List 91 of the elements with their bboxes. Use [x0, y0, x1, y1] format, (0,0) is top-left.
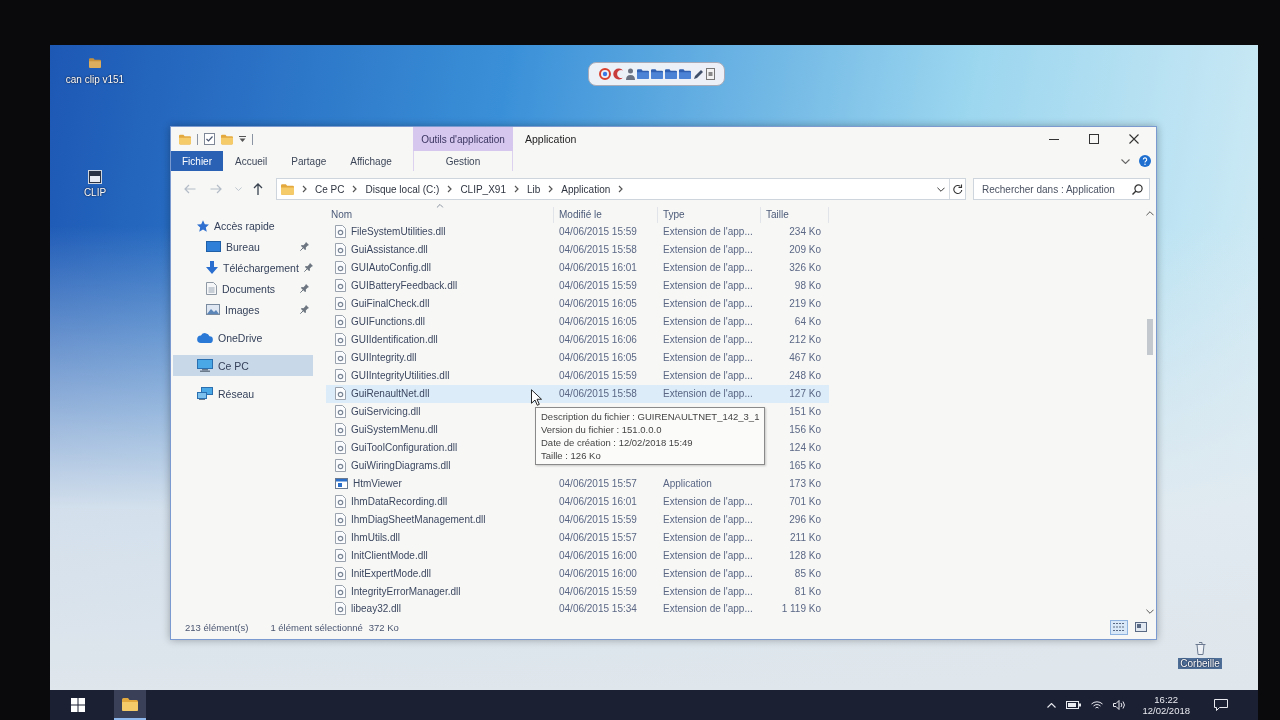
- file-name: FileSystemUtilities.dll: [351, 226, 446, 238]
- file-size: 1 119 Ko: [781, 603, 821, 615]
- file-size: 209 Ko: [789, 244, 821, 256]
- modified-date: 04/06/2015 16:06: [559, 334, 637, 346]
- file-size: 701 Ko: [789, 495, 821, 507]
- selection-info: 1 élément sélectionné: [270, 621, 363, 633]
- file-name: GuiWiringDiagrams.dll: [351, 459, 451, 471]
- file-name: IntegrityErrorManager.dll: [351, 585, 461, 597]
- file-type: Extension de l'app...: [663, 352, 753, 364]
- file-size: 98 Ko: [794, 280, 821, 292]
- file-size: 234 Ko: [789, 226, 821, 238]
- clock-time: 16:22: [1154, 694, 1179, 705]
- file-type: Application: [663, 477, 712, 489]
- file-type: Extension de l'app...: [663, 585, 753, 597]
- file-name: IhmDataRecording.dll: [351, 495, 448, 507]
- file-type: Extension de l'app...: [663, 298, 753, 310]
- file-type: Extension de l'app...: [663, 316, 753, 328]
- clock-date: 12/02/2018: [1142, 705, 1190, 716]
- file-name: GUIIntegrityUtilities.dll: [351, 370, 450, 382]
- file-type: Extension de l'app...: [663, 513, 753, 525]
- file-size: 467 Ko: [789, 352, 821, 364]
- modified-date: 04/06/2015 15:57: [559, 477, 637, 489]
- file-name: HtmViewer: [353, 477, 402, 489]
- file-name: InitExpertMode.dll: [351, 567, 432, 579]
- file-name: GuiFinalCheck.dll: [351, 298, 430, 310]
- modified-date: 04/06/2015 15:59: [559, 513, 637, 525]
- file-type: Extension de l'app...: [663, 567, 753, 579]
- file-name: GUIIdentification.dll: [351, 334, 438, 346]
- modified-date: 04/06/2015 15:59: [559, 370, 637, 382]
- modified-date: 04/06/2015 16:05: [559, 352, 637, 364]
- file-name: GuiToolConfiguration.dll: [351, 441, 458, 453]
- modified-date: 04/06/2015 15:59: [559, 226, 637, 238]
- file-type: Extension de l'app...: [663, 262, 753, 274]
- file-size: 64 Ko: [794, 316, 821, 328]
- modified-date: 04/06/2015 16:05: [559, 316, 637, 328]
- tooltip-text: Version du fichier : 151.0.0.0: [541, 423, 663, 436]
- file-type: Extension de l'app...: [663, 280, 753, 292]
- file-size: 326 Ko: [789, 262, 821, 274]
- file-name: IhmUtils.dll: [351, 531, 400, 543]
- file-type: Extension de l'app...: [663, 388, 753, 399]
- file-size: 156 Ko: [789, 423, 821, 435]
- file-size: 248 Ko: [789, 370, 821, 382]
- tooltip-text: Description du fichier : GUIRENAULTNET_142_3_1: [541, 410, 760, 423]
- file-name: GUIAutoConfig.dll: [351, 262, 432, 274]
- modified-date: 04/06/2015 15:57: [559, 531, 637, 543]
- file-size: 151 Ko: [789, 405, 821, 417]
- modified-date: 04/06/2015 16:00: [559, 567, 637, 579]
- modified-date: 04/06/2015 16:00: [559, 549, 637, 561]
- file-type: Extension de l'app...: [663, 603, 753, 615]
- file-type: Extension de l'app...: [663, 495, 753, 507]
- window-title: Application: [524, 132, 578, 147]
- file-name: IhmDiagSheetManagement.dll: [351, 513, 486, 525]
- modified-date: 04/06/2015 15:58: [559, 388, 637, 399]
- file-name: GUIFunctions.dll: [351, 316, 425, 328]
- file-name: GUIBatteryFeedback.dll: [351, 280, 458, 292]
- tooltip-text: Date de création : 12/02/2018 15:49: [541, 436, 694, 449]
- modified-date: 04/06/2015 16:01: [559, 262, 637, 274]
- file-size: 211 Ko: [790, 531, 821, 543]
- file-type: Extension de l'app...: [663, 370, 753, 382]
- file-size: 212 Ko: [789, 334, 821, 346]
- modified-date: 04/06/2015 16:05: [559, 298, 637, 310]
- file-type: Extension de l'app...: [663, 549, 753, 561]
- file-size: 165 Ko: [789, 459, 821, 471]
- file-name: GuiRenaultNet.dll: [351, 388, 430, 399]
- file-size: 128 Ko: [789, 549, 821, 561]
- file-name: libeay32.dll: [351, 603, 402, 615]
- context-tab-header: Outils d'application: [413, 127, 513, 151]
- file-size: 296 Ko: [789, 513, 821, 525]
- file-name: GuiSystemMenu.dll: [351, 423, 438, 435]
- file-type: Extension de l'app...: [663, 531, 753, 543]
- file-type: Extension de l'app...: [663, 226, 753, 238]
- modified-date: 04/06/2015 15:58: [559, 244, 637, 256]
- modified-date: 04/06/2015 15:34: [559, 603, 637, 615]
- file-name: InitClientMode.dll: [351, 549, 428, 561]
- item-count: 213 élément(s): [185, 621, 249, 633]
- file-size: 124 Ko: [789, 441, 821, 453]
- file-type: Extension de l'app...: [663, 334, 753, 346]
- file-name: GuiServicing.dll: [351, 405, 421, 417]
- file-size: 81 Ko: [794, 585, 821, 597]
- modified-date: 04/06/2015 15:59: [559, 280, 637, 292]
- file-size: 85 Ko: [794, 567, 821, 579]
- file-name: GuiAssistance.dll: [351, 244, 428, 256]
- tooltip-text: Taille : 126 Ko: [541, 449, 602, 462]
- file-size: 127 Ko: [789, 388, 821, 399]
- file-type: Extension de l'app...: [663, 244, 753, 256]
- file-size: 219 Ko: [789, 298, 821, 310]
- file-name: GUIIntegrity.dll: [351, 352, 417, 364]
- selection-size: 372 Ko: [368, 621, 399, 633]
- modified-date: 04/06/2015 16:01: [559, 495, 637, 507]
- file-size: 173 Ko: [789, 477, 821, 489]
- modified-date: 04/06/2015 15:59: [559, 585, 637, 597]
